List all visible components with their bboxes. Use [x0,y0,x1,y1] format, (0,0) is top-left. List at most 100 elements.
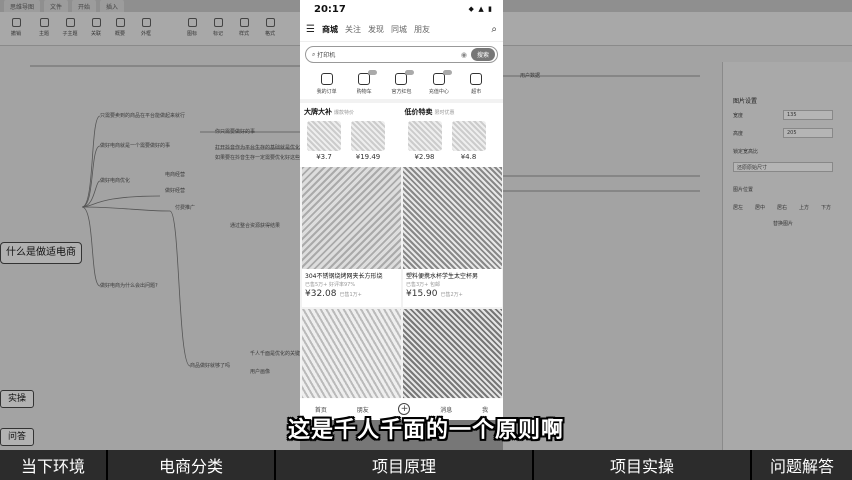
mindmap-node[interactable]: 如果要在抖音生存一定需要优化好这些 [215,154,300,161]
height-input[interactable]: 205 [783,128,833,138]
mindmap-node[interactable]: 电商经营 [165,171,185,178]
toolbar-style-button[interactable]: 样式 [232,18,256,37]
position-top-button[interactable]: 上方 [799,204,809,211]
toolbar-summary-button[interactable]: 概要 [108,18,132,37]
app-tab[interactable]: 文件 [44,0,69,12]
promo-price: ¥4.8 [460,153,477,161]
toolbar-boundary-button[interactable]: 外框 [134,18,158,37]
position-center-button[interactable]: 居中 [755,204,765,211]
width-label: 宽度 [733,113,744,119]
tab-discover[interactable]: 发现 [368,24,384,35]
shortcut-cart[interactable]: 购物车 [349,70,379,95]
product-card[interactable] [403,309,502,399]
toolbar-link-button[interactable]: 关联 [84,18,108,37]
image-settings-panel: 图片设置 宽度 135 高度 205 锁定宽高比 还原原始尺寸 图片位置 居左 … [722,62,852,450]
mindmap-node[interactable]: 打开抖音作为平台生存的基础就是优化好的 [215,144,310,151]
shortcut-topup[interactable]: 充值中心 [424,70,454,95]
mindmap-node[interactable]: 付费推广 [175,204,195,211]
chapter-project-practice[interactable]: 项目实操 [534,450,752,480]
product-card[interactable] [302,309,401,399]
promo-title: 大牌大补 [304,108,332,116]
promo-item[interactable]: ¥2.98 [405,121,445,161]
link-icon [91,18,101,27]
coin-icon [470,73,483,85]
flag-icon [213,18,223,27]
toolbar-icon-button[interactable]: 图标 [180,18,204,37]
search-input[interactable]: ⌕ 打印机 ◉ 搜索 [305,46,498,63]
product-thumbnail [351,121,385,151]
promo-item[interactable]: ¥4.8 [449,121,489,161]
promo-item[interactable]: ¥19.49 [348,121,388,161]
format-icon [265,18,275,27]
product-name: 304不锈钢烧烤网夹长方形烧 [305,273,383,280]
shortcut-redpacket[interactable]: 官方红包 [386,70,416,95]
emoji-icon [187,18,197,27]
subtopic-icon [65,18,75,27]
mindmap-node[interactable]: 你只需要做好的事 [215,128,255,135]
mindmap-node[interactable]: 只需要卖到的商品在平台能做起来就行 [100,112,185,119]
menu-icon[interactable]: ☰ [306,24,315,35]
product-card[interactable]: 304不锈钢烧烤网夹长方形烧 已售5万+ 好评率97% ¥32.08 已售1万+ [302,167,401,307]
height-label: 高度 [733,131,744,137]
mindmap-node[interactable]: 千人千面是优化的关键 [250,350,300,357]
mindmap-node[interactable]: 做好电商优化 [100,177,130,184]
replace-image-button[interactable]: 替换图片 [773,220,793,227]
toolbar-topic-button[interactable]: 主题 [32,18,56,37]
product-meta: 已售5万+ 好评率97% [305,282,356,288]
toolbar-format-button[interactable]: 格式 [258,18,282,37]
mindmap-node[interactable]: 做好电商就是一个需要做好的事 [100,142,170,149]
summary-icon [115,18,125,27]
toolbar-subtopic-button[interactable]: 子主题 [58,18,82,37]
topic-icon [39,18,49,27]
tab-local[interactable]: 同城 [391,24,407,35]
promo-price: ¥2.98 [414,153,435,161]
product-card[interactable]: 塑料便携水杯学生太空杯男 已售3万+ 包邮 ¥15.90 已售2万+ [403,167,502,307]
topup-icon [432,73,445,85]
promo-card-lowprice[interactable]: 低价特卖 限时优惠 ¥2.98 ¥4.8 [405,107,500,165]
mindmap-branch-practice[interactable]: 实操 [0,390,34,408]
camera-icon[interactable]: ◉ [461,51,467,59]
search-button[interactable]: 搜索 [470,48,495,61]
chapter-project-principle[interactable]: 项目原理 [276,450,534,480]
mindmap-node[interactable]: 商品做好就够了吗 [190,362,230,369]
tab-friends[interactable]: 朋友 [414,24,430,35]
mindmap-node[interactable]: 做好经营 [165,187,185,194]
status-time: 20:17 [314,3,346,15]
position-bottom-button[interactable]: 下方 [821,204,831,211]
tab-mall[interactable]: 商城 [322,24,338,35]
status-icons: ◆ ▲ ▮ [468,5,493,13]
cart-icon [358,73,371,85]
tab-follow[interactable]: 关注 [345,24,361,35]
app-tab[interactable]: 思维导图 [4,0,41,12]
status-bar: 20:17 ◆ ▲ ▮ [300,0,503,18]
promo-subtitle: 限时优惠 [434,110,455,116]
product-name: 塑料便携水杯学生太空杯男 [406,273,479,280]
toolbar-mark-button[interactable]: 标记 [206,18,230,37]
mindmap-node[interactable]: 做好电商为什么会出问题? [100,282,158,289]
mindmap-node[interactable]: 用户数据 [520,72,540,79]
chapter-qa[interactable]: 问题解答 [752,450,852,480]
mindmap-node[interactable]: 用户画像 [250,368,270,375]
product-thumbnail [451,121,486,151]
chapter-ecommerce-categories[interactable]: 电商分类 [108,450,276,480]
mindmap-root-node[interactable]: 什么是做适电商 [0,242,82,264]
width-input[interactable]: 135 [783,110,833,120]
promo-item[interactable]: ¥3.7 [304,121,344,161]
toolbar-undo-button[interactable]: 撤销 [4,18,28,37]
search-icon[interactable]: ⌕ [491,24,497,35]
shortcut-supermarket[interactable]: 超市 [461,73,491,95]
promo-card-bigbrand[interactable]: 大牌大补 爆款特价 ¥3.7 ¥19.49 [304,107,399,165]
mindmap-node[interactable]: 通过整合资源获得结果 [230,222,280,229]
restore-size-button[interactable]: 还原原始尺寸 [733,162,833,172]
product-image [403,309,502,399]
app-tab[interactable]: 插入 [100,0,125,12]
position-left-button[interactable]: 居左 [733,204,743,211]
shortcut-orders[interactable]: 我的订单 [312,73,342,95]
boundary-icon [141,18,151,27]
panel-title: 图片设置 [733,98,758,105]
chapter-current-environment[interactable]: 当下环境 [0,450,108,480]
lock-ratio-checkbox[interactable]: 锁定宽高比 [733,148,758,155]
product-image [403,167,502,269]
app-tab[interactable]: 开始 [72,0,97,12]
position-right-button[interactable]: 居右 [777,204,787,211]
